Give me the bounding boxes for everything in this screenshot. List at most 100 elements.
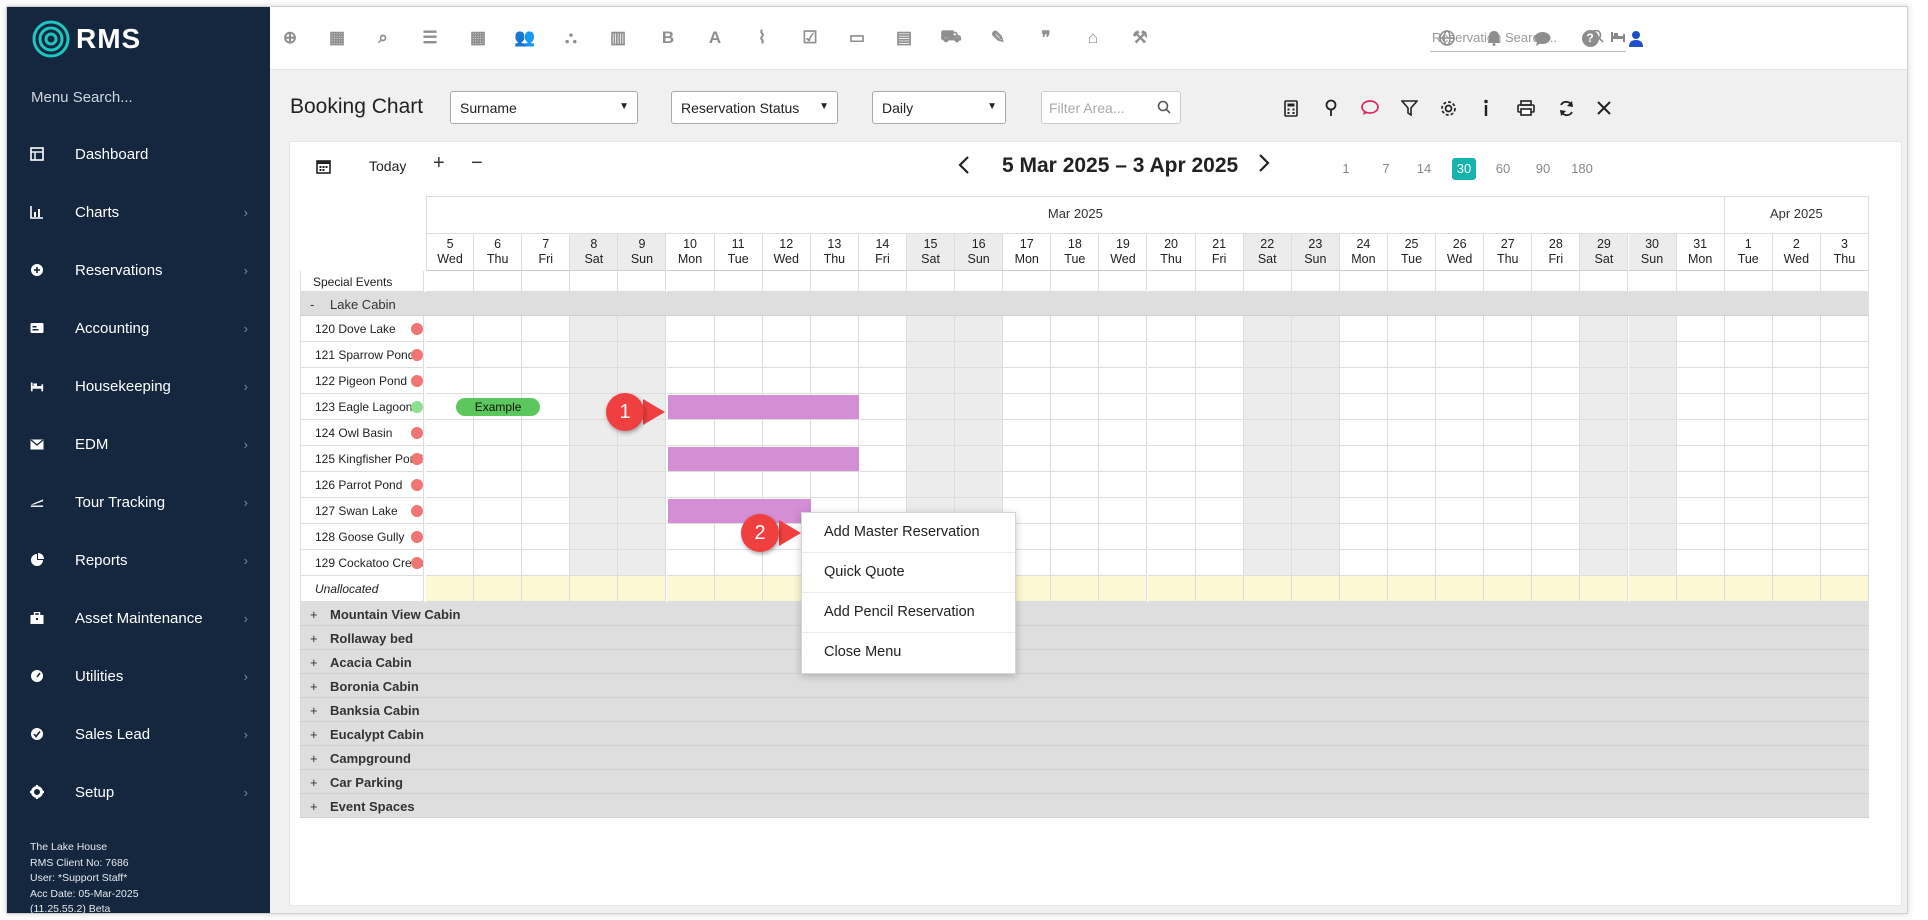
grid-cell[interactable] xyxy=(1243,342,1292,368)
grid-cell[interactable] xyxy=(1147,446,1196,472)
grid-cell[interactable] xyxy=(1484,550,1533,576)
grid-cell[interactable] xyxy=(570,576,619,602)
grid-cell[interactable] xyxy=(1676,368,1725,394)
grid-cell[interactable] xyxy=(1147,368,1196,394)
grid-cell[interactable] xyxy=(522,576,571,602)
grid-cell[interactable] xyxy=(955,271,1004,292)
grid-cell[interactable] xyxy=(1484,342,1533,368)
expand-toggle[interactable]: + xyxy=(310,655,318,670)
grid-cell[interactable] xyxy=(1147,420,1196,446)
grid-cell[interactable] xyxy=(1772,394,1821,420)
grid-cell[interactable] xyxy=(522,446,571,472)
grid-cell[interactable] xyxy=(858,446,907,472)
map-marked-icon[interactable]: ⛬ xyxy=(560,27,582,49)
grid-cell[interactable] xyxy=(1339,524,1388,550)
grid-cell[interactable] xyxy=(1003,420,1052,446)
grid-cell[interactable] xyxy=(426,446,475,472)
grid-cell[interactable] xyxy=(1147,271,1196,292)
category-row[interactable]: + Rollaway bed xyxy=(300,626,1869,650)
grid-cell[interactable] xyxy=(1099,342,1148,368)
day-header[interactable]: 15 Sat xyxy=(907,234,956,271)
grid-cell[interactable] xyxy=(1195,498,1244,524)
category-row[interactable]: + Campground xyxy=(300,746,1869,770)
grid-cell[interactable] xyxy=(1628,368,1677,394)
grid-cell[interactable] xyxy=(1099,498,1148,524)
grid-cell[interactable] xyxy=(1339,394,1388,420)
sliders-icon[interactable]: ☰ xyxy=(419,27,441,49)
day-header[interactable]: 5 Wed xyxy=(426,234,475,271)
grid-cell[interactable] xyxy=(1628,472,1677,498)
grid-cell[interactable] xyxy=(1724,498,1773,524)
grid-cell[interactable] xyxy=(426,271,475,292)
grid-cell[interactable] xyxy=(1003,368,1052,394)
day-header[interactable]: 24 Mon xyxy=(1339,234,1388,271)
grid-cell[interactable] xyxy=(1820,420,1869,446)
grid-cell[interactable] xyxy=(1820,576,1869,602)
expand-toggle[interactable]: + xyxy=(310,751,318,766)
zoom-option-7[interactable]: 7 xyxy=(1374,158,1398,180)
grid-cell[interactable] xyxy=(1147,394,1196,420)
grid-cell[interactable] xyxy=(1436,368,1485,394)
search-icon[interactable] xyxy=(1157,100,1171,117)
grid-cell[interactable] xyxy=(1147,316,1196,342)
grid-cell[interactable] xyxy=(1388,446,1437,472)
grid-cell[interactable] xyxy=(1532,446,1581,472)
grid-cell[interactable] xyxy=(714,420,763,446)
zoom-option-14[interactable]: 14 xyxy=(1412,158,1436,180)
category-row[interactable]: + Car Parking xyxy=(300,770,1869,794)
grid-cell[interactable] xyxy=(1580,316,1629,342)
day-header[interactable]: 25 Tue xyxy=(1388,234,1437,271)
grid-cell[interactable] xyxy=(1003,394,1052,420)
grid-cell[interactable] xyxy=(1051,524,1100,550)
grid-cell[interactable] xyxy=(1339,576,1388,602)
grid-cell[interactable] xyxy=(1243,524,1292,550)
grid-cell[interactable] xyxy=(474,368,523,394)
grid-cell[interactable] xyxy=(1676,524,1725,550)
grid-cell[interactable] xyxy=(1291,316,1340,342)
grid-cell[interactable] xyxy=(955,394,1004,420)
globe-icon[interactable] xyxy=(1436,27,1458,49)
room-name[interactable]: 128 Goose Gully xyxy=(300,524,424,550)
expand-toggle[interactable]: + xyxy=(310,679,318,694)
grid-cell[interactable] xyxy=(1051,550,1100,576)
grid-cell[interactable] xyxy=(1051,271,1100,292)
selected-date-range[interactable] xyxy=(667,447,859,471)
menu-search[interactable]: Menu Search... xyxy=(31,89,133,106)
grid-cell[interactable] xyxy=(474,576,523,602)
room-name[interactable]: 129 Cockatoo Creek xyxy=(300,550,424,576)
grid-cell[interactable] xyxy=(1820,550,1869,576)
grid-cell[interactable] xyxy=(1388,498,1437,524)
grid-cell[interactable] xyxy=(666,576,715,602)
grid-cell[interactable] xyxy=(1243,316,1292,342)
grid-cell[interactable] xyxy=(1243,472,1292,498)
checklist-icon[interactable]: ☑ xyxy=(799,27,821,49)
sidebar-item-reports[interactable]: Reports › xyxy=(7,540,270,580)
grid-cell[interactable] xyxy=(426,498,475,524)
zoom-out-button[interactable]: − xyxy=(471,152,483,175)
grid-cell[interactable] xyxy=(1051,420,1100,446)
grid-cell[interactable] xyxy=(522,368,571,394)
grid-cell[interactable] xyxy=(1724,576,1773,602)
grid-cell[interactable] xyxy=(666,368,715,394)
surname-select[interactable]: Surname ▼ xyxy=(450,91,638,124)
grid-cell[interactable] xyxy=(1676,498,1725,524)
day-header[interactable]: 12 Wed xyxy=(762,234,811,271)
grid-cell[interactable] xyxy=(1820,446,1869,472)
room-name[interactable]: 125 Kingfisher Pond xyxy=(300,446,424,472)
grid-cell[interactable] xyxy=(1195,472,1244,498)
grid-cell[interactable] xyxy=(1147,342,1196,368)
grid-cell[interactable] xyxy=(1676,271,1725,292)
category-row[interactable]: + Eucalypt Cabin xyxy=(300,722,1869,746)
sidebar-item-setup[interactable]: Setup › xyxy=(7,772,270,812)
grid-cell[interactable] xyxy=(426,368,475,394)
grid-cell[interactable] xyxy=(474,498,523,524)
grid-cell[interactable] xyxy=(618,472,667,498)
grid-cell[interactable] xyxy=(1099,368,1148,394)
bed-icon[interactable] xyxy=(1610,29,1626,43)
grid-cell[interactable] xyxy=(1580,550,1629,576)
grid-cell[interactable] xyxy=(1291,342,1340,368)
bed-icon[interactable]: ⌂ xyxy=(1082,27,1104,49)
grid-cell[interactable] xyxy=(714,271,763,292)
grid-cell[interactable] xyxy=(1388,368,1437,394)
grid-cell[interactable] xyxy=(426,550,475,576)
